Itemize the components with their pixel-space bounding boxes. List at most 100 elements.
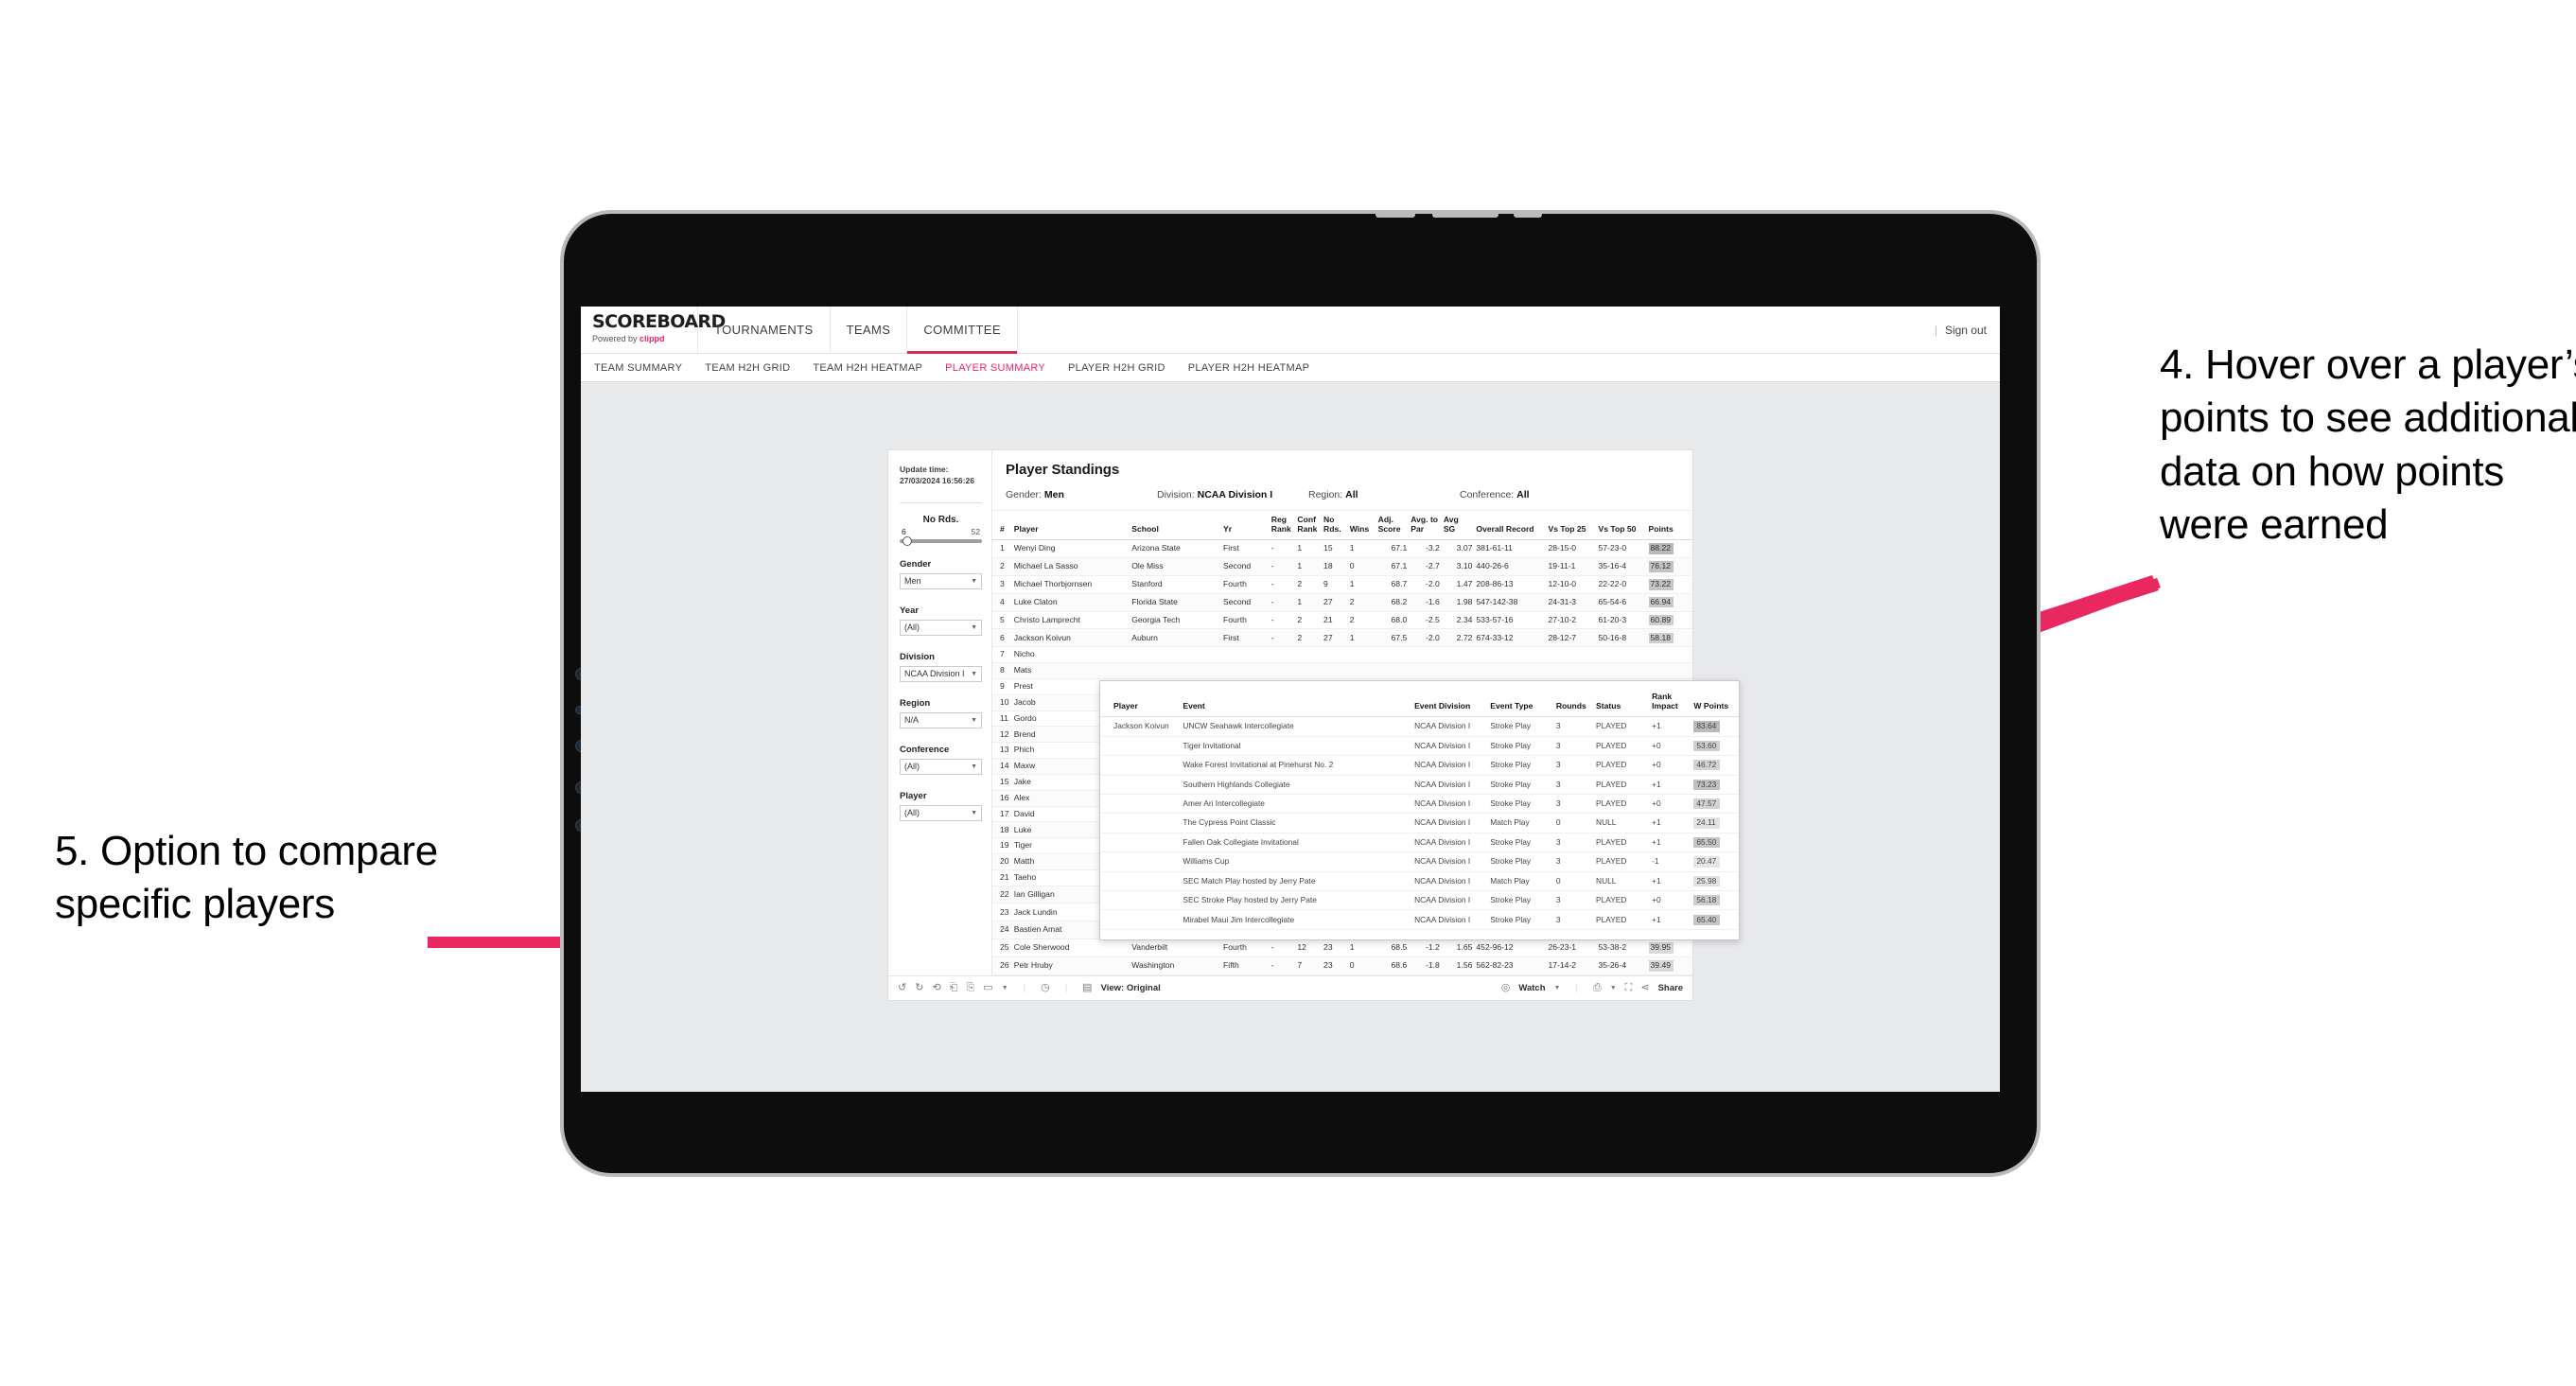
pause-updates-icon[interactable]: ⎘	[966, 982, 974, 993]
nav-item-committee[interactable]: COMMITTEE	[907, 307, 1018, 354]
share-icon[interactable]: ⋖	[1640, 982, 1649, 993]
slider-min-value: 6	[902, 526, 906, 536]
standings-cell-avg-to-par	[1409, 662, 1442, 679]
filter-gender-select[interactable]: Men ▼	[900, 572, 982, 589]
tooltip-cell-player	[1100, 736, 1181, 757]
filter-player-select[interactable]: (All) ▼	[900, 804, 982, 821]
points-value[interactable]: 73.22	[1648, 579, 1674, 590]
summary-gender-value: Men	[1043, 489, 1064, 500]
slider-handle[interactable]	[902, 535, 913, 546]
nav-item-teams[interactable]: TEAMS	[831, 307, 908, 353]
points-value[interactable]: 76.12	[1648, 561, 1674, 572]
standings-cell-vs-top-50	[1596, 662, 1647, 679]
tooltip-cell-rank-impact: +1	[1649, 909, 1691, 930]
standings-cell-yr	[1221, 662, 1270, 679]
refresh-data-icon[interactable]: ⎗	[950, 982, 958, 993]
standings-cell-points[interactable]: 88.22	[1646, 539, 1692, 559]
standings-cell-points[interactable]: 66.94	[1646, 593, 1692, 612]
table-row[interactable]: 25 Cole Sherwood Vanderbilt Fourth -12 23 1 68.…	[992, 939, 1692, 957]
view-label[interactable]: View: Original	[1101, 983, 1161, 993]
col-avg-to-par: Avg. to Par	[1409, 511, 1442, 541]
standings-cell-avg-to-par: -1.6	[1409, 593, 1442, 612]
revert-icon[interactable]: ⟲	[932, 982, 940, 993]
standings-cell-points[interactable]: 73.22	[1646, 575, 1692, 594]
standings-cell-rank: 26	[992, 956, 1012, 975]
points-value[interactable]: 88.22	[1648, 543, 1674, 554]
performance-icon[interactable]: ◷	[1041, 982, 1050, 993]
tab-team-h2h-heatmap[interactable]: TEAM H2H HEATMAP	[813, 362, 922, 374]
tooltip-cell-status: NULL	[1593, 813, 1650, 833]
standings-cell-reg-rank: -	[1269, 939, 1296, 957]
table-row[interactable]: 4 Luke Claton Florida State Second -1 27 2 68.2…	[992, 593, 1692, 612]
tab-team-h2h-grid[interactable]: TEAM H2H GRID	[705, 362, 790, 374]
tooltip-cell-event-division: NCAA Division I	[1411, 775, 1488, 795]
tooltip-cell-status: PLAYED	[1593, 736, 1650, 757]
slider-track[interactable]	[900, 535, 982, 546]
table-row[interactable]: 5 Christo Lamprecht Georgia Tech Fourth -2 21…	[992, 611, 1692, 630]
standings-cell-no-rds: 21	[1322, 611, 1348, 630]
standings-cell-rank: 5	[992, 611, 1012, 630]
undo-icon[interactable]: ↺	[898, 982, 906, 993]
filter-division-select[interactable]: NCAA Division I ▼	[900, 665, 982, 682]
standings-cell-points[interactable]: 39.49	[1646, 956, 1692, 975]
tab-player-h2h-heatmap[interactable]: PLAYER H2H HEATMAP	[1188, 362, 1309, 374]
tooltip-header-row: Player Event Event Division Event Type R…	[1100, 688, 1739, 718]
tooltip-cell-event-type: Stroke Play	[1487, 794, 1553, 815]
device-button-top-a	[1376, 214, 1415, 218]
share-label[interactable]: Share	[1658, 983, 1683, 993]
watch-label[interactable]: Watch	[1518, 983, 1545, 993]
tab-player-h2h-grid[interactable]: PLAYER H2H GRID	[1068, 362, 1165, 374]
tooltip-row: Fallen Oak Collegiate Invitational NCAA D…	[1100, 833, 1739, 853]
standings-cell-no-rds: 15	[1322, 539, 1348, 559]
points-value[interactable]: 60.89	[1648, 614, 1674, 626]
standings-cell-vs-top-50: 35-16-4	[1596, 557, 1647, 576]
fullscreen-icon[interactable]: ⛶	[1625, 982, 1633, 993]
standings-cell-points[interactable]	[1646, 662, 1692, 679]
standings-cell-vs-top-25: 12-10-0	[1546, 575, 1597, 594]
points-value[interactable]: 58.18	[1648, 632, 1674, 644]
redo-icon[interactable]: ↻	[915, 982, 923, 993]
table-row[interactable]: 7 Nicho	[992, 646, 1692, 664]
table-row[interactable]: 6 Jackson Koivun Auburn First -2 27 1 67.5 -2.0 2…	[992, 628, 1692, 648]
watch-icon[interactable]: ◎	[1501, 982, 1511, 993]
table-row[interactable]: 2 Michael La Sasso Ole Miss Second -1 18 0 67.1…	[992, 557, 1692, 576]
standings-cell-rank: 15	[992, 774, 1012, 791]
sign-out-link[interactable]: Sign out	[1945, 324, 1987, 337]
filter-region-label: Region	[900, 697, 931, 709]
chevron-down-icon[interactable]: ▼	[1002, 985, 1008, 991]
standings-cell-rank: 14	[992, 758, 1012, 775]
chevron-down-icon[interactable]: ▼	[1554, 985, 1561, 991]
chevron-down-icon[interactable]: ▼	[1610, 985, 1617, 991]
tip-col-player: Player	[1100, 688, 1181, 718]
filter-no-rounds[interactable]: No Rds. 6 52	[900, 515, 982, 546]
standings-cell-rank: 4	[992, 593, 1012, 612]
table-row[interactable]: 26 Petr Hruby Washington Fifth -7 23 0 68.6 -1.8…	[992, 956, 1692, 975]
standings-cell-points[interactable]: 60.89	[1646, 611, 1692, 630]
table-row[interactable]: 1 Wenyi Ding Arizona State First -1 15 1 67.1 -3…	[992, 539, 1692, 559]
tab-team-summary[interactable]: TEAM SUMMARY	[594, 362, 682, 374]
points-value[interactable]: 39.49	[1648, 960, 1674, 972]
filter-conference-select[interactable]: (All) ▼	[900, 758, 982, 775]
standings-cell-avg-to-par: -1.2	[1409, 939, 1442, 957]
view-icon[interactable]: ▤	[1082, 982, 1092, 993]
tab-player-summary[interactable]: PLAYER SUMMARY	[945, 362, 1045, 374]
download-icon[interactable]: ⎙	[1593, 982, 1602, 993]
points-value[interactable]: 66.94	[1648, 596, 1674, 608]
filter-region-select[interactable]: N/A ▼	[900, 711, 982, 728]
tip-col-event: Event	[1180, 688, 1412, 718]
tooltip-cell-rounds: 3	[1552, 775, 1594, 795]
tooltip-cell-event: SEC Match Play hosted by Jerry Pate	[1180, 871, 1412, 892]
standings-cell-points[interactable]	[1646, 646, 1692, 664]
table-row[interactable]: 3 Michael Thorbjornsen Stanford Fourth -2 9 1 6…	[992, 575, 1692, 594]
standings-cell-points[interactable]: 76.12	[1646, 557, 1692, 576]
nav-item-tournaments[interactable]: TOURNAMENTS	[698, 307, 831, 353]
standings-cell-points[interactable]: 58.18	[1646, 628, 1692, 648]
points-value[interactable]: 39.95	[1648, 942, 1674, 954]
brand-logo[interactable]: SCOREBOARD Powered by clippd	[581, 307, 726, 353]
filter-year-select[interactable]: (All) ▼	[900, 619, 982, 636]
standings-cell-vs-top-50: 65-54-6	[1596, 593, 1647, 612]
device-layout-icon[interactable]: ▭	[983, 982, 992, 993]
standings-cell-reg-rank	[1269, 662, 1296, 679]
standings-cell-points[interactable]: 39.95	[1646, 939, 1692, 957]
table-row[interactable]: 8 Mats	[992, 662, 1692, 679]
